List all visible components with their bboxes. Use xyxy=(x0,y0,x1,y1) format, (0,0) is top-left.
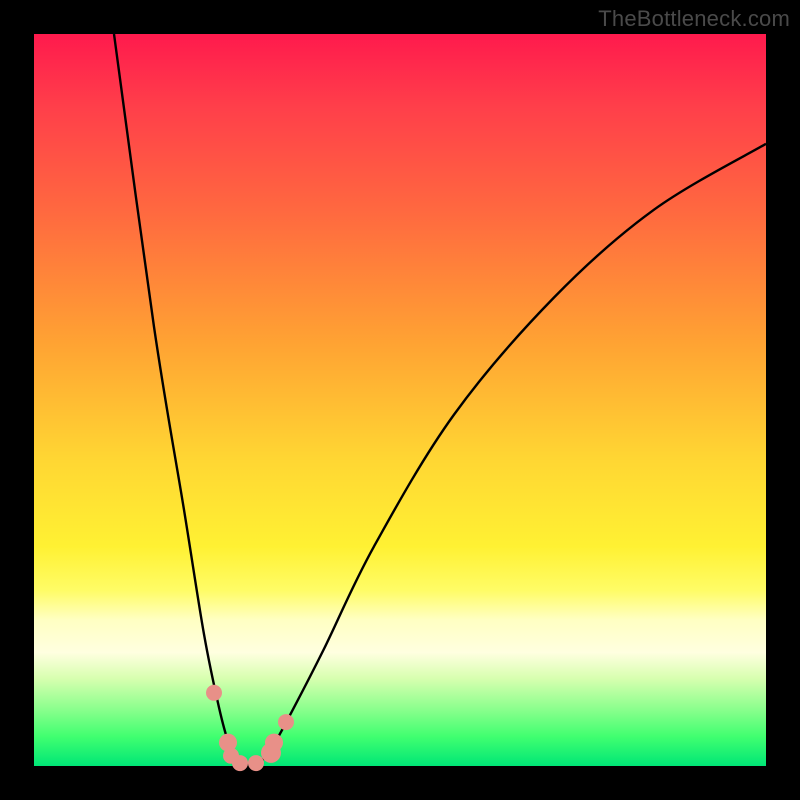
data-marker xyxy=(265,734,283,752)
chart-svg xyxy=(34,34,766,766)
data-marker xyxy=(248,755,264,771)
data-markers xyxy=(206,685,294,771)
outer-frame: TheBottleneck.com xyxy=(0,0,800,800)
chart-plot-area xyxy=(34,34,766,766)
data-marker xyxy=(206,685,222,701)
data-marker xyxy=(278,714,294,730)
watermark-text: TheBottleneck.com xyxy=(598,6,790,32)
data-marker xyxy=(232,755,248,771)
bottleneck-curve xyxy=(114,34,766,765)
